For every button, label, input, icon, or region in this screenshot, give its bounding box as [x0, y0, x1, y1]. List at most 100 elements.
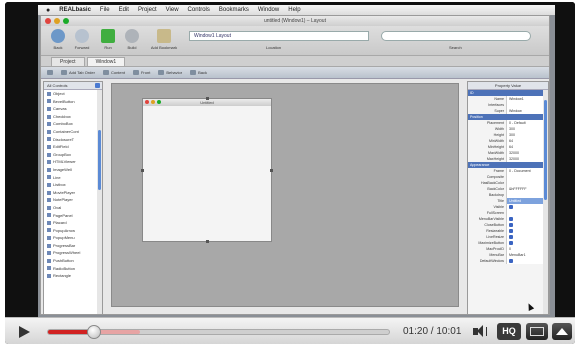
library-item-label: GroupBox	[53, 151, 72, 157]
play-button[interactable]	[19, 326, 30, 338]
menu-item: Edit	[118, 7, 129, 13]
video-player: ● REALbasic File Edit Project View Contr…	[5, 2, 575, 344]
library-scrollbar	[97, 90, 102, 314]
library-item-label: EditField	[53, 144, 69, 150]
control-icon	[47, 228, 51, 233]
back-button: Back	[47, 29, 69, 50]
library-item: Oval	[44, 204, 102, 212]
checkbox-checked-icon	[509, 241, 513, 245]
location-label: Location	[266, 45, 282, 50]
library-item: PopupArrow	[44, 227, 102, 235]
zoom-icon	[63, 18, 69, 24]
library-item: Placard	[44, 219, 102, 227]
build-button: Build	[121, 29, 143, 50]
library-item-label: Listbox	[53, 182, 66, 188]
control-icon	[47, 144, 51, 149]
design-window-controls	[145, 100, 161, 104]
tab-order-icon	[61, 70, 67, 75]
property-row: DefaultWindow	[468, 258, 548, 264]
mac-menubar: ● REALbasic File Edit Project View Contr…	[38, 5, 555, 15]
seek-bar[interactable]	[47, 325, 390, 339]
behavior-icon	[158, 70, 165, 75]
video-frame[interactable]: ● REALbasic File Edit Project View Contr…	[5, 2, 575, 317]
back-label: Back	[53, 45, 63, 50]
close-icon	[145, 100, 149, 104]
front-icon	[132, 70, 139, 75]
run-button: Run	[97, 29, 119, 50]
library-item: Rectangle	[44, 272, 102, 280]
checkbox-checked-icon	[509, 205, 513, 209]
library-item-label: PopupMenu	[53, 235, 75, 241]
library-item: ContainerCont	[44, 128, 102, 136]
library-item-label: MoviePlayer	[53, 189, 76, 195]
subbar-label: Content	[110, 70, 125, 75]
ide-window: untitled (Window1) – Layout Back Forward…	[40, 15, 550, 315]
property-value	[506, 258, 548, 264]
control-icon	[47, 167, 51, 172]
control-icon	[47, 152, 51, 157]
design-window-title: Untitled	[200, 100, 214, 105]
library-item-label: ContainerCont	[53, 128, 79, 134]
apple-icon: ●	[46, 6, 51, 14]
library-item: ProgressBar	[44, 242, 102, 250]
library-item: MoviePlayer	[44, 189, 102, 197]
subbar-label: Front	[140, 70, 151, 75]
speaker-cone-icon	[477, 325, 483, 337]
control-icon	[47, 114, 51, 119]
search-label: Search	[449, 45, 462, 50]
menu-item: File	[99, 7, 110, 13]
library-item-label: Line	[53, 174, 61, 180]
checkbox-checked-icon	[509, 235, 513, 239]
menu-item: Bookmarks	[218, 7, 249, 13]
subbar-label: Back	[198, 70, 208, 75]
properties-scrollbar	[543, 90, 548, 314]
controls-library: All Controls Object BevelButton Canvas Chec…	[43, 81, 103, 315]
subbar-item: Back	[190, 70, 207, 75]
subbar-item	[47, 70, 53, 75]
hq-button[interactable]: HQ	[497, 323, 521, 340]
library-item: BevelButton	[44, 98, 102, 106]
control-icon	[47, 106, 51, 111]
seek-thumb[interactable]	[87, 325, 102, 339]
run-label: Run	[104, 45, 112, 50]
bookmark-icon	[157, 29, 171, 43]
library-item: NotePlayer	[44, 196, 102, 204]
library-item: PushButton	[44, 257, 102, 265]
ide-toolbar: Back Forward Run Build Add Bookmark Wind…	[41, 26, 549, 56]
resize-handle	[206, 97, 209, 100]
subbar-label: Add Tab Order	[69, 70, 95, 75]
widescreen-icon	[530, 327, 544, 336]
library-item: Listbox	[44, 181, 102, 189]
resize-handle	[270, 169, 273, 172]
control-icon	[47, 198, 51, 203]
control-icon	[47, 160, 51, 165]
control-icon	[47, 99, 51, 104]
checkbox-checked-icon	[509, 223, 513, 227]
layout-canvas: Untitled	[111, 83, 459, 307]
design-window-titlebar: Untitled	[143, 99, 271, 106]
tab-project: Project	[51, 57, 85, 66]
time-display: 01:20 / 10:01	[403, 326, 462, 337]
volume-button[interactable]	[469, 323, 493, 340]
library-item-label: Object	[53, 91, 65, 96]
checkbox-checked-icon	[509, 217, 513, 221]
menu-item: Project	[137, 7, 157, 13]
fullscreen-button[interactable]	[552, 323, 572, 340]
control-icon	[47, 129, 51, 134]
library-item-label: DisclosureT	[53, 136, 75, 142]
control-icon	[47, 258, 51, 263]
library-item: Object	[44, 90, 102, 98]
back-icon	[190, 70, 197, 75]
zoom-icon	[157, 100, 161, 104]
control-icon	[47, 122, 51, 127]
library-scroll-thumb	[98, 130, 101, 190]
subbar-item: Front	[132, 70, 151, 75]
library-item: PagePanel	[44, 212, 102, 220]
library-item-label: Checkbox	[53, 113, 71, 119]
sound-wave-icon	[485, 327, 487, 336]
widescreen-button[interactable]	[526, 323, 548, 340]
forward-arrow-icon	[75, 29, 89, 43]
library-item-label: BevelButton	[53, 98, 75, 104]
forward-button: Forward	[71, 29, 93, 50]
control-icon	[47, 213, 51, 218]
